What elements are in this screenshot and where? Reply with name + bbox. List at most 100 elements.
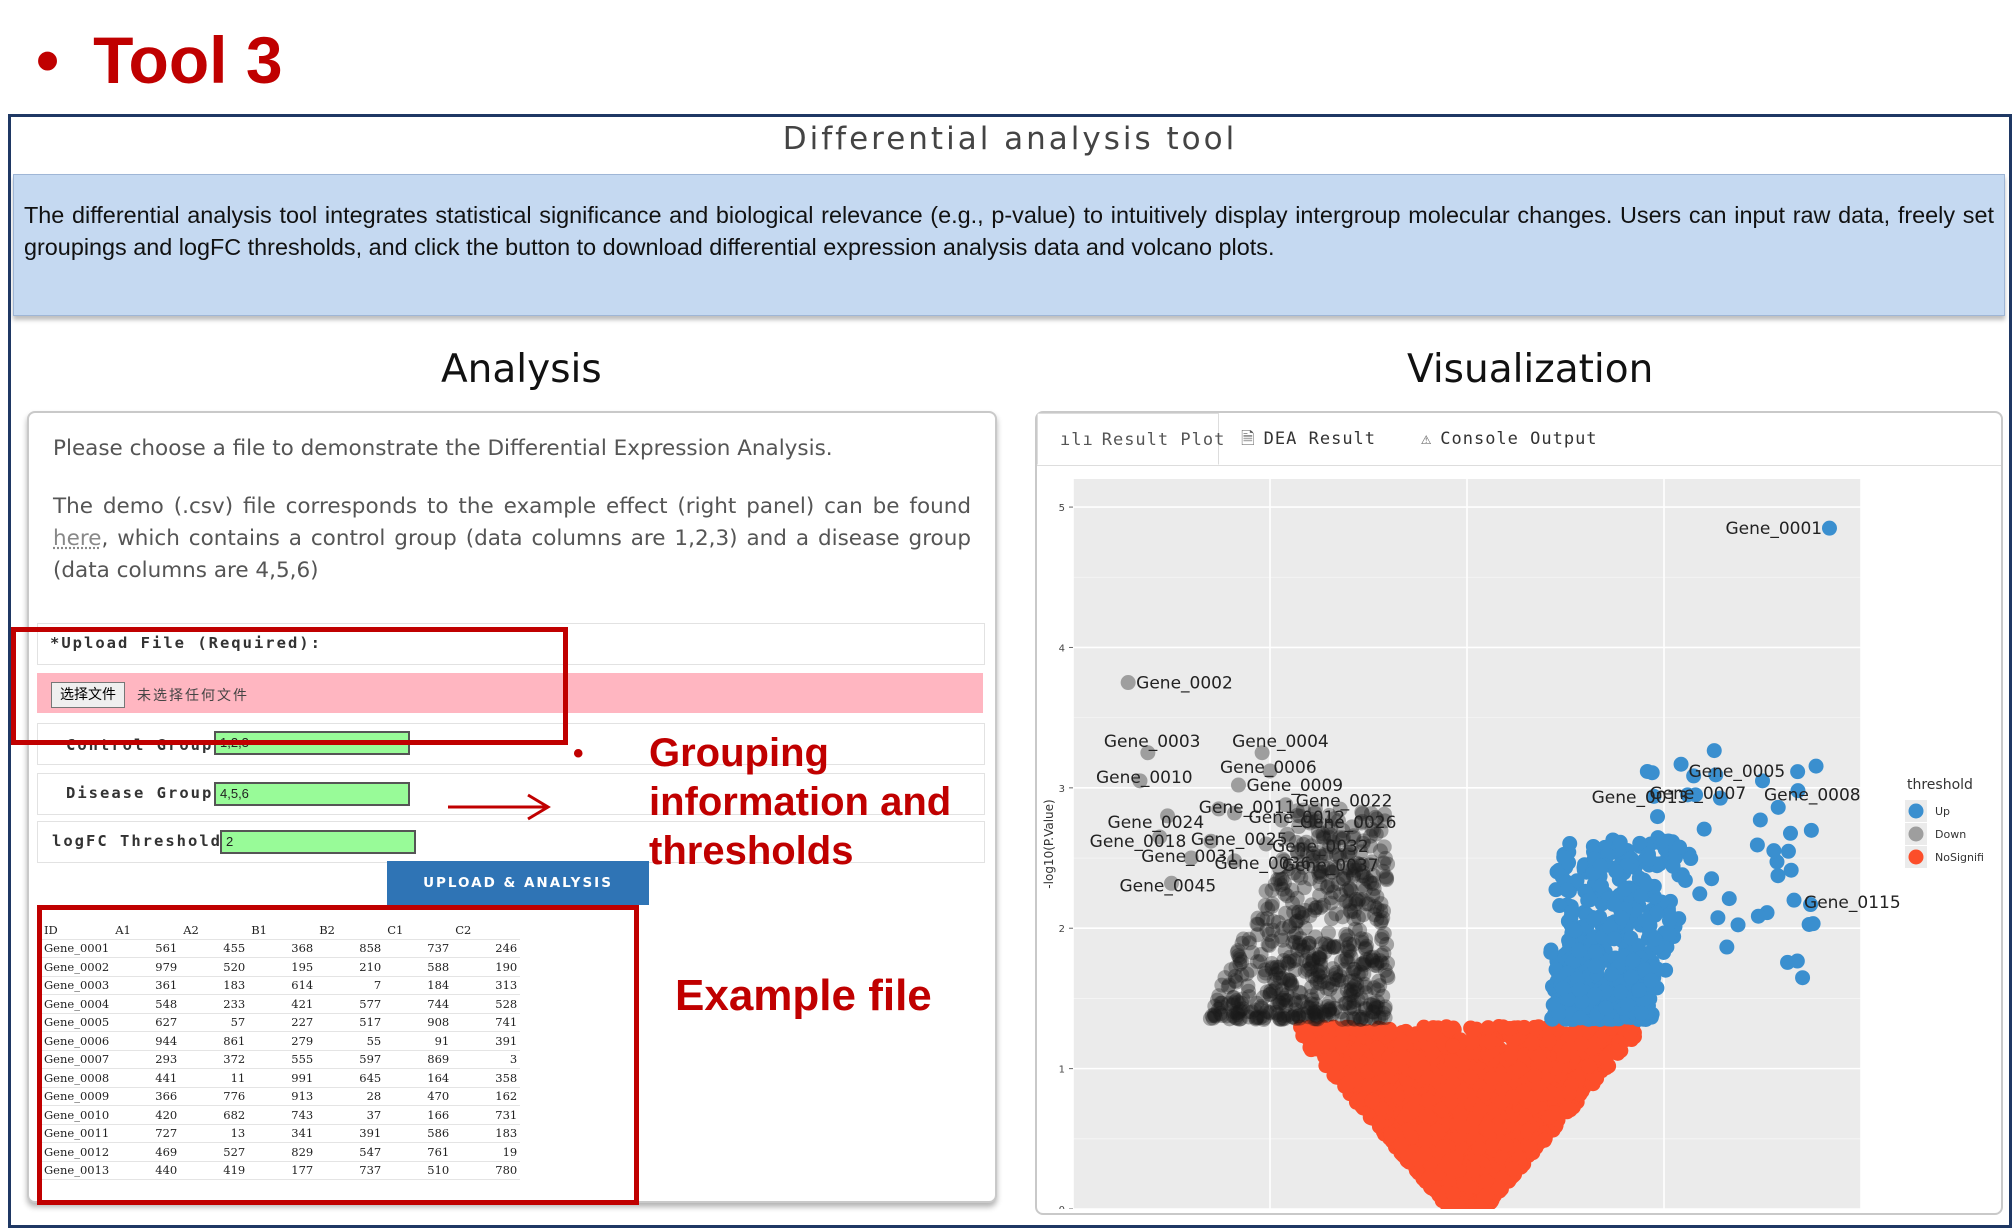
legend-entry: Down xyxy=(1935,828,1966,841)
data-point-up xyxy=(1631,982,1647,998)
point-label: Gene_0008 xyxy=(1764,786,1861,806)
data-point-down xyxy=(1338,926,1354,942)
data-point-up xyxy=(1639,763,1655,779)
grouping-line-1: Grouping xyxy=(649,731,829,775)
analysis-heading: Analysis xyxy=(441,347,602,392)
tab-result-plot[interactable]: ılı Result Plot xyxy=(1037,413,1224,465)
data-point-up xyxy=(1623,930,1639,946)
data-point-up xyxy=(1634,1005,1650,1021)
description-box: The differential analysis tool integrate… xyxy=(13,174,2005,316)
data-point-up xyxy=(1587,944,1603,960)
data-point-up xyxy=(1780,843,1796,859)
data-point-nosignificant xyxy=(1512,1061,1528,1077)
data-point-up xyxy=(1639,877,1655,893)
data-point-nosignificant xyxy=(1526,1068,1542,1084)
data-point-down xyxy=(1374,955,1390,971)
data-point-up xyxy=(1795,970,1811,986)
labeled-data-point xyxy=(1230,777,1246,793)
point-label: Gene_0024 xyxy=(1108,813,1205,833)
data-point-up xyxy=(1603,966,1619,982)
data-point-up xyxy=(1638,912,1654,928)
data-point-down xyxy=(1346,993,1362,1009)
disease-group-input[interactable]: 4,5,6 xyxy=(214,782,410,806)
data-point-nosignificant xyxy=(1348,1044,1364,1060)
data-point-down xyxy=(1362,874,1378,890)
logfc-threshold-label: logFC Threshold: xyxy=(52,832,234,850)
data-point-nosignificant xyxy=(1324,1050,1340,1066)
tab-dea-result[interactable]: 🗎 DEA Result xyxy=(1241,413,1376,465)
data-point-up xyxy=(1789,953,1805,969)
data-point-nosignificant xyxy=(1494,1094,1510,1110)
bar-chart-icon: ılı xyxy=(1060,430,1094,450)
data-point-down xyxy=(1295,942,1311,958)
data-point-nosignificant xyxy=(1371,1060,1387,1076)
data-point-down xyxy=(1308,1011,1324,1027)
data-point-up xyxy=(1719,939,1735,955)
data-point-up xyxy=(1613,984,1629,1000)
demo-file-link[interactable]: here xyxy=(53,526,101,551)
data-point-nosignificant xyxy=(1369,1040,1385,1056)
data-point-nosignificant xyxy=(1516,1019,1532,1035)
data-point-nosignificant xyxy=(1480,1020,1496,1036)
intro-text-1: Please choose a file to demonstrate the … xyxy=(53,436,833,461)
data-point-up xyxy=(1721,891,1737,907)
result-tabs: ılı Result Plot 🗎 DEA Result ⚠ Console Outp… xyxy=(1037,413,2001,466)
data-point-up xyxy=(1647,931,1663,947)
data-point-down xyxy=(1275,932,1291,948)
data-point-down xyxy=(1379,936,1395,952)
data-point-down xyxy=(1235,931,1251,947)
data-point-nosignificant xyxy=(1441,1082,1457,1098)
data-point-up xyxy=(1587,987,1603,1003)
y-tick-label: 5 xyxy=(1059,503,1065,514)
data-point-down xyxy=(1347,961,1363,977)
data-point-down xyxy=(1325,961,1341,977)
data-point-up xyxy=(1770,868,1786,884)
upload-analysis-button[interactable]: UPLOAD & ANALYSIS xyxy=(387,861,649,905)
point-label: Gene_0013 xyxy=(1592,788,1689,808)
point-label: Gene_0006 xyxy=(1220,758,1317,778)
data-point-up xyxy=(1641,851,1657,867)
data-point-nosignificant xyxy=(1479,1119,1495,1135)
legend-entry: Up xyxy=(1935,805,1950,818)
data-point-nosignificant xyxy=(1341,1075,1357,1091)
data-point-up xyxy=(1730,917,1746,933)
tab-console-output[interactable]: ⚠ Console Output xyxy=(1421,413,1598,465)
data-point-nosignificant xyxy=(1581,1058,1597,1074)
data-point-nosignificant xyxy=(1502,1021,1518,1037)
data-point-nosignificant xyxy=(1445,1038,1461,1054)
data-point-nosignificant xyxy=(1444,1162,1460,1178)
y-axis-label: -log10(P.Value) xyxy=(1042,799,1056,888)
data-point-down xyxy=(1370,982,1386,998)
data-point-down xyxy=(1256,968,1272,984)
data-point-nosignificant xyxy=(1479,1187,1495,1203)
data-point-nosignificant xyxy=(1410,1151,1426,1167)
title-bullet: • xyxy=(36,23,60,97)
data-point-up xyxy=(1661,926,1677,942)
data-point-down xyxy=(1293,985,1309,1001)
point-label: Gene_0002 xyxy=(1136,674,1233,694)
data-point-up xyxy=(1782,825,1798,841)
logfc-threshold-input[interactable]: 2 xyxy=(220,830,416,854)
data-point-up xyxy=(1586,911,1602,927)
data-point-up xyxy=(1655,833,1671,849)
data-point-down xyxy=(1342,896,1358,912)
arrow-right-icon xyxy=(448,793,551,821)
data-point-up xyxy=(1683,851,1699,867)
data-point-down xyxy=(1259,1003,1275,1019)
data-point-up xyxy=(1665,858,1681,874)
data-point-up xyxy=(1598,1000,1614,1016)
data-point-up xyxy=(1587,958,1603,974)
point-label: Gene_0037 xyxy=(1282,856,1379,876)
warning-icon: ⚠ xyxy=(1421,429,1433,449)
data-point-up xyxy=(1803,822,1819,838)
data-point-down xyxy=(1240,1004,1256,1020)
data-point-nosignificant xyxy=(1418,1132,1434,1148)
data-point-nosignificant xyxy=(1598,1049,1614,1065)
data-point-down xyxy=(1376,839,1392,855)
tab-dea-result-label: DEA Result xyxy=(1263,429,1377,449)
data-point-nosignificant xyxy=(1466,1162,1482,1178)
data-point-down xyxy=(1352,922,1368,938)
data-point-down xyxy=(1258,883,1274,899)
app-window: Differential analysis tool The different… xyxy=(8,114,2012,1228)
legend-layer: threshold Up Down NoSignifi xyxy=(1905,777,1984,868)
